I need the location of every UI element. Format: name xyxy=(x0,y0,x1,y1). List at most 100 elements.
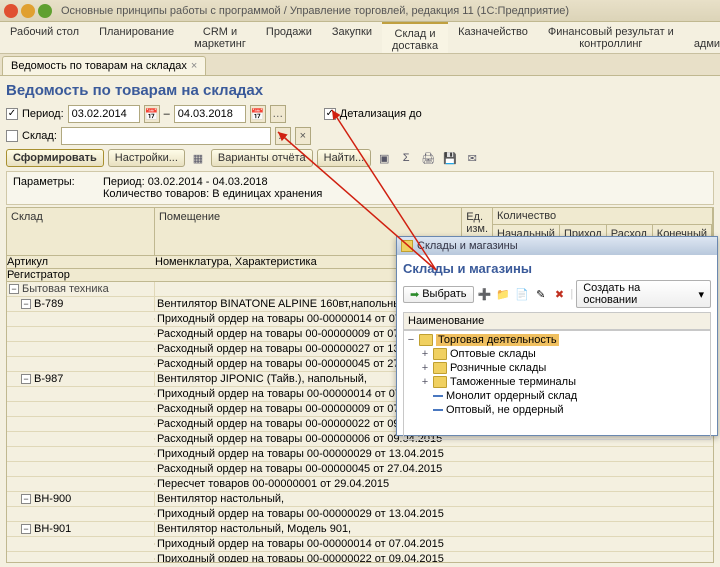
menu-item[interactable]: Рабочий стол xyxy=(0,22,89,53)
main-menu: Рабочий столПланированиеCRM имаркетингПр… xyxy=(0,22,720,54)
period-checkbox[interactable]: ✓ xyxy=(6,108,18,120)
grid-row[interactable]: Приходный ордер на товары 00-00000014 от… xyxy=(7,537,713,552)
twist-icon[interactable]: + xyxy=(420,376,430,388)
add-folder-icon[interactable]: 📁 xyxy=(495,286,511,302)
edit-icon[interactable]: ✎ xyxy=(533,286,549,302)
sklad-checkbox[interactable] xyxy=(6,130,18,142)
sklad-popup: Склады и магазины Склады и магазины ➡Выб… xyxy=(396,236,718,436)
expand-icon[interactable]: ▣ xyxy=(375,149,393,167)
grid-row[interactable]: Расходный ордер на товары 00-00000045 от… xyxy=(7,462,713,477)
folder-icon xyxy=(419,334,433,346)
folder-icon xyxy=(433,362,447,374)
menu-item[interactable]: Планирование xyxy=(89,22,184,53)
tree-node-label: Торговая деятельность xyxy=(436,334,559,346)
close-window-icon[interactable] xyxy=(4,4,18,18)
twist-icon[interactable]: − xyxy=(9,284,19,294)
date-to-input[interactable] xyxy=(174,105,246,123)
sklad-tree[interactable]: − Торговая деятельность + Оптовые склады + Ро… xyxy=(403,330,711,440)
grid-row[interactable]: −ВН-900Вентилятор настольный, xyxy=(7,492,713,507)
save-icon[interactable]: 💾 xyxy=(441,149,459,167)
tree-node-label: Розничные склады xyxy=(450,362,546,374)
tree-node[interactable]: + Оптовые склады xyxy=(406,347,708,361)
col-qty-group: Количество xyxy=(493,208,712,225)
tree-header[interactable]: Наименование xyxy=(403,312,711,330)
menu-item[interactable]: Продажи xyxy=(256,22,322,53)
grid-row[interactable]: Приходный ордер на товары 00-00000029 от… xyxy=(7,507,713,522)
parameters-panel: Параметры:Период: 03.02.2014 - 04.03.201… xyxy=(6,171,714,205)
col-sklad[interactable]: Склад xyxy=(7,208,155,255)
minimize-window-icon[interactable] xyxy=(21,4,35,18)
grid-row[interactable]: Пересчет товаров 00-00000001 от 29.04.20… xyxy=(7,477,713,492)
tab-bar: Ведомость по товарам на складах × xyxy=(0,54,720,76)
col-article[interactable]: Артикул xyxy=(7,256,155,268)
tree-node-label: Монолит ордерный склад xyxy=(446,390,577,402)
menu-item[interactable]: Закупки xyxy=(322,22,382,53)
grid-row[interactable]: Приходный ордер на товары 00-00000022 от… xyxy=(7,552,713,562)
sklad-select-button[interactable]: ... xyxy=(275,127,291,145)
twist-icon[interactable]: − xyxy=(21,374,31,384)
tab-label: Ведомость по товарам на складах xyxy=(11,60,187,72)
menu-item[interactable]: CRM имаркетинг xyxy=(184,22,256,53)
window-titlebar: Основные принципы работы с программой / … xyxy=(0,0,720,22)
menu-item[interactable]: Финансовый результат иконтроллинг xyxy=(538,22,684,53)
popup-titlebar[interactable]: Склады и магазины xyxy=(397,237,717,255)
sklad-input[interactable] xyxy=(61,127,271,145)
tree-node[interactable]: Монолит ордерный склад xyxy=(406,389,708,403)
detail-label: Детализация до xyxy=(340,108,422,120)
maximize-window-icon[interactable] xyxy=(38,4,52,18)
twist-icon[interactable]: + xyxy=(420,348,430,360)
period-dropdown-icon[interactable]: … xyxy=(270,105,286,123)
sklad-clear-icon[interactable]: × xyxy=(295,127,311,145)
menu-item[interactable]: НСИ иадминистрирование xyxy=(684,22,720,53)
window-title: Основные принципы работы с программой / … xyxy=(61,5,569,17)
detail-checkbox[interactable]: ✓ xyxy=(324,108,336,120)
params-line1: Период: 03.02.2014 - 04.03.2018 xyxy=(103,176,268,188)
twist-icon[interactable]: + xyxy=(420,362,430,374)
params-label: Параметры: xyxy=(13,176,103,188)
twist-icon[interactable]: − xyxy=(21,494,31,504)
menu-item[interactable]: Склад идоставка xyxy=(382,22,448,53)
tree-node[interactable]: + Таможенные терминалы xyxy=(406,375,708,389)
close-tab-icon[interactable]: × xyxy=(191,60,197,72)
menu-icon[interactable]: ▦ xyxy=(189,149,207,167)
select-button[interactable]: ➡Выбрать xyxy=(403,286,474,303)
dash: – xyxy=(164,108,170,120)
mail-icon[interactable]: ✉ xyxy=(463,149,481,167)
twist-icon[interactable]: − xyxy=(21,524,31,534)
grid-row[interactable]: Приходный ордер на товары 00-00000029 от… xyxy=(7,447,713,462)
item-icon xyxy=(433,409,443,411)
tree-node[interactable]: Оптовый, не ордерный xyxy=(406,403,708,417)
tree-node-label: Оптовый, не ордерный xyxy=(446,404,564,416)
report-toolbar: Сформировать Настройки... ▦ Варианты отч… xyxy=(6,149,714,167)
settings-button[interactable]: Настройки... xyxy=(108,149,185,167)
print-icon[interactable]: 🖨 xyxy=(419,149,437,167)
grid-row[interactable]: −ВН-901Вентилятор настольный, Модель 901… xyxy=(7,522,713,537)
calendar-icon[interactable]: 📅 xyxy=(144,105,160,123)
tree-node-label: Таможенные терминалы xyxy=(450,376,576,388)
copy-icon[interactable]: 📄 xyxy=(514,286,530,302)
report-tab[interactable]: Ведомость по товарам на складах × xyxy=(2,56,206,75)
tree-node[interactable]: + Розничные склады xyxy=(406,361,708,375)
twist-icon[interactable]: − xyxy=(406,334,416,346)
folder-icon xyxy=(433,348,447,360)
params-line2: Количество товаров: В единицах хранения xyxy=(103,188,322,200)
calendar-icon[interactable]: 📅 xyxy=(250,105,266,123)
form-button[interactable]: Сформировать xyxy=(6,149,104,167)
sum-icon[interactable]: Σ xyxy=(397,149,415,167)
create-based-button[interactable]: Создать на основании▾ xyxy=(576,280,711,308)
delete-icon[interactable]: ✖ xyxy=(552,286,568,302)
period-label: Период: xyxy=(22,108,64,120)
popup-toolbar: ➡Выбрать ➕ 📁 📄 ✎ ✖ | Создать на основани… xyxy=(403,280,711,308)
page-title: Ведомость по товарам на складах xyxy=(6,82,714,99)
sklad-label: Склад: xyxy=(22,130,57,142)
find-button[interactable]: Найти... xyxy=(317,149,372,167)
menu-item[interactable]: Казначейство xyxy=(448,22,538,53)
add-icon[interactable]: ➕ xyxy=(477,286,493,302)
date-from-input[interactable] xyxy=(68,105,140,123)
folder-icon xyxy=(433,376,447,388)
tree-node[interactable]: − Торговая деятельность xyxy=(406,333,708,347)
col-registrator[interactable]: Регистратор xyxy=(7,269,155,281)
twist-icon[interactable]: − xyxy=(21,299,31,309)
variants-button[interactable]: Варианты отчёта xyxy=(211,149,313,167)
tree-node-label: Оптовые склады xyxy=(450,348,536,360)
